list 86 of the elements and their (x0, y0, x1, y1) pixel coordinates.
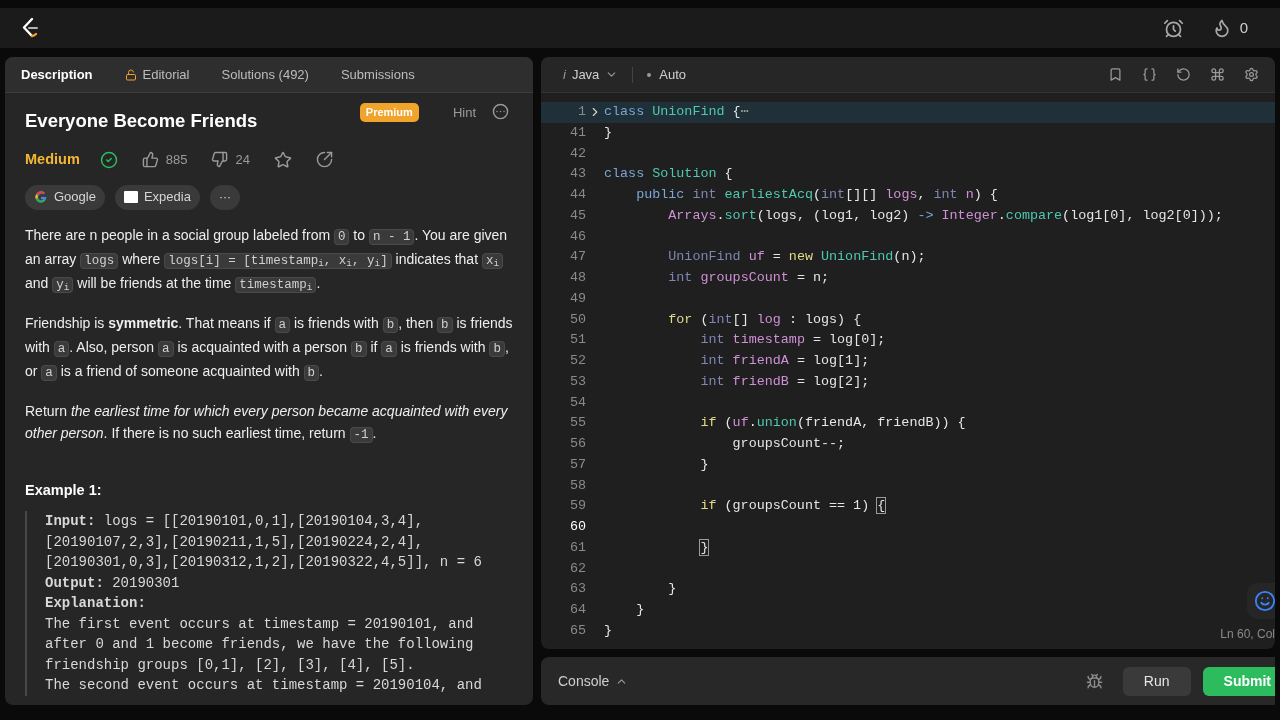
code-line: public int earliestAcq(int[][] logs, int n) { (635, 186, 998, 204)
line-number: 63 (568, 580, 586, 599)
run-button[interactable]: Run (1122, 666, 1191, 696)
panel-tab[interactable]: Submissions (340, 64, 415, 85)
line-number: 50 (568, 310, 586, 329)
line-number: 56 (568, 435, 586, 453)
line-number: 41 (568, 123, 586, 142)
console-toggle[interactable]: Console (558, 670, 629, 692)
premium-badge: Premium (359, 103, 419, 122)
line-number: 64 (568, 601, 586, 619)
language-selector[interactable]: i Java (563, 64, 619, 85)
bug-icon[interactable] (1085, 672, 1103, 690)
company-logo-icon (123, 191, 138, 203)
code-line: } (604, 123, 613, 142)
more-options-icon[interactable] (492, 103, 509, 120)
dislike-count: 24 (235, 150, 250, 169)
bookmark-icon[interactable] (1108, 67, 1123, 82)
panel-tab[interactable]: Solutions (492) (221, 64, 309, 85)
problem-title: Everyone Become Friends (25, 109, 259, 133)
code-line: } (604, 621, 613, 640)
mode-label: Auto (659, 65, 687, 84)
code-line: if (uf.union(friendA, friendB)) { (699, 414, 966, 433)
line-number: 1 (576, 103, 586, 121)
line-number: 57 (568, 455, 586, 474)
code-line: } (699, 455, 709, 474)
line-number: 52 (568, 352, 586, 370)
code-line: int timestamp = log[0]; (699, 331, 886, 350)
lock-icon (124, 68, 137, 81)
code-line: UnionFind uf = new UnionFind(n); (667, 248, 926, 267)
command-icon[interactable] (1210, 67, 1225, 82)
code-line: } (699, 538, 709, 557)
line-number: 58 (568, 476, 586, 495)
code-line: groupsCount--; (731, 435, 846, 453)
line-number: 65 (568, 621, 586, 640)
line-number: 44 (568, 186, 586, 204)
google-logo-icon (34, 190, 48, 204)
panel-tab[interactable]: Editorial (124, 64, 190, 85)
thumbs-up-icon[interactable] (141, 151, 159, 169)
code-line: int friendA = log[1]; (699, 352, 870, 370)
code-line: Arrays.sort(logs, (log1, log2) -> Integer.compare(log1[0], log2[0])); (667, 206, 1223, 225)
feedback-icon[interactable] (1247, 583, 1275, 619)
hint-button[interactable]: Hint (452, 103, 476, 123)
logo-icon[interactable] (20, 17, 40, 39)
line-number: 46 (568, 227, 586, 246)
difficulty-label: Medium (25, 149, 80, 169)
line-number: 43 (568, 165, 586, 184)
reset-icon[interactable] (1176, 67, 1191, 82)
company-tag[interactable]: Expedia (114, 184, 200, 210)
code-line: int friendB = log[2]; (699, 372, 870, 391)
braces-icon[interactable] (1142, 67, 1157, 82)
cursor-position: Ln 60, Col (1220, 626, 1275, 644)
more-tags-button[interactable]: ··· (209, 184, 240, 210)
like-count: 885 (165, 150, 188, 169)
line-number: 49 (568, 289, 586, 308)
description-paragraph: Return the earliest time for which every person became acquainted with every other person. If there is no such earliest time, return -1 . (25, 401, 509, 445)
line-number: 61 (568, 538, 586, 557)
line-number: 47 (568, 248, 586, 267)
code-line: if (groupsCount == 1) { (699, 497, 886, 516)
settings-icon[interactable] (1244, 67, 1259, 82)
streak-count: 0 (1239, 17, 1248, 38)
line-number: 62 (568, 559, 586, 578)
line-number: 54 (568, 393, 586, 412)
code-line: } (635, 601, 645, 619)
line-number: 55 (568, 414, 586, 433)
code-line: class UnionFind {⋯ (604, 103, 749, 121)
line-number: 45 (568, 206, 586, 225)
description-paragraph: Friendship is symmetric. That means if a is friends with b , then b is friends with a . Also, person a is acquainted with a person b if a is friends with b , or a is a friend of someone acquainted with b . (25, 313, 513, 383)
line-number: 60 (568, 518, 586, 536)
line-number: 42 (568, 144, 586, 163)
share-icon[interactable] (315, 151, 333, 169)
line-number: 48 (568, 269, 586, 287)
line-number: 51 (568, 331, 586, 350)
code-line: for (int[] log : logs) { (667, 310, 862, 329)
line-number: 53 (568, 372, 586, 391)
panel-tab[interactable]: Description (21, 64, 93, 85)
code-line: int groupsCount = n; (667, 269, 830, 287)
line-number: 59 (568, 497, 586, 516)
example-block: Input: logs = [[20190101,0,1],[20190104,3,4], [20190107,2,3],[20190211,1,5],[20190224,2,4], [20190301,0,3],[20190312,1,2],[20190322,4,5]], n = 6 Output: 20190301 Explanation: The first event occurs at timestamp = 20190101, and after 0 and 1 become friends, we have the following friendship groups [0,1], [2], [3], [4], [5]. The second event occurs at timestamp = 20190104, and (25, 511, 513, 696)
example-heading: Example 1: (25, 480, 103, 500)
alarm-clock-icon[interactable] (1162, 17, 1184, 39)
code-line: } (667, 580, 677, 599)
code-line: class Solution { (604, 165, 733, 184)
star-icon[interactable] (273, 150, 292, 169)
description-paragraph: There are n people in a social group labeled from 0 to n - 1 . You are given an array logs where logs[i] = [timestamp$_{i}$, x$_{i}$, y$_{i}$] indicates that x$_{i}$ and y$_{i}$ will be friends at the time timestamp$_{i}$ . (25, 225, 509, 295)
thumbs-down-icon[interactable] (211, 151, 229, 169)
company-tag[interactable]: Google (25, 184, 105, 210)
